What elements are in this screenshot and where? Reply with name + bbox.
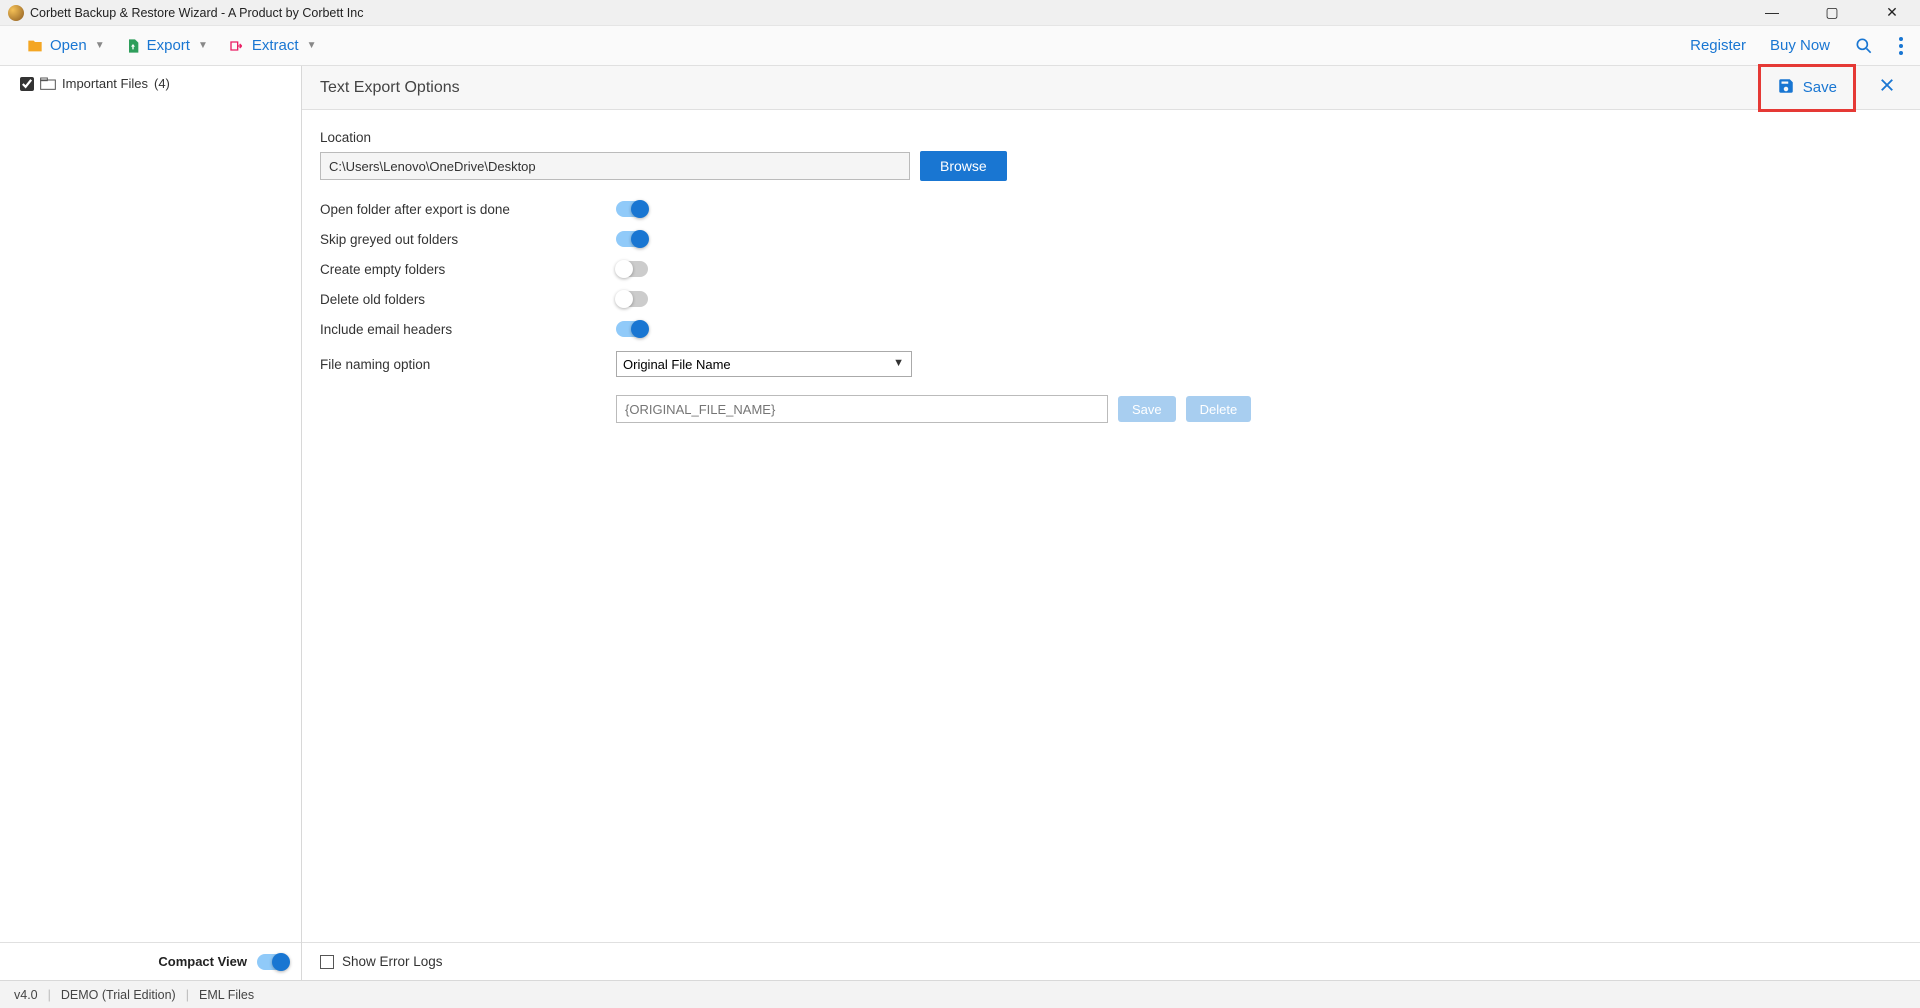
save-button-label: Save — [1803, 79, 1837, 96]
maximize-icon[interactable]: ▢ — [1812, 4, 1852, 21]
option-toggle-open-folder[interactable] — [616, 201, 648, 217]
panel-header: Text Export Options Save — [302, 66, 1920, 110]
option-toggle-delete-old[interactable] — [616, 291, 648, 307]
main: Important Files (4) Compact View Text Ex… — [0, 66, 1920, 980]
file-naming-label: File naming option — [320, 357, 616, 372]
browse-button[interactable]: Browse — [920, 151, 1007, 181]
option-label: Create empty folders — [320, 262, 616, 277]
option-label: Include email headers — [320, 322, 616, 337]
app-icon — [8, 5, 24, 21]
file-naming-select[interactable]: Original File Name — [616, 351, 912, 377]
status-separator: | — [186, 988, 189, 1002]
close-panel-icon[interactable] — [1872, 76, 1902, 100]
status-separator: | — [48, 988, 51, 1002]
file-naming-row: File naming option Original File Name ▼ — [320, 351, 1902, 377]
export-label: Export — [147, 37, 190, 54]
tree-item-important-files[interactable]: Important Files (4) — [20, 76, 281, 91]
naming-pattern-row: Save Delete — [616, 395, 1902, 423]
close-window-icon[interactable]: ✕ — [1872, 4, 1912, 21]
titlebar: Corbett Backup & Restore Wizard - A Prod… — [0, 0, 1920, 26]
panel-footer: Show Error Logs — [302, 942, 1920, 980]
option-delete-old: Delete old folders — [320, 291, 1902, 307]
tree-item-checkbox[interactable] — [20, 77, 34, 91]
location-input[interactable] — [320, 152, 910, 180]
search-icon[interactable] — [1854, 36, 1874, 56]
location-label: Location — [320, 130, 1902, 145]
register-link[interactable]: Register — [1690, 37, 1746, 54]
pst-folder-icon — [40, 77, 56, 91]
open-button[interactable]: Open ▼ — [16, 31, 115, 60]
compact-view-bar: Compact View — [0, 942, 301, 980]
file-export-icon — [125, 37, 141, 55]
naming-save-button[interactable]: Save — [1118, 396, 1176, 422]
caret-down-icon: ▼ — [198, 40, 208, 51]
save-icon — [1777, 77, 1795, 99]
option-toggle-include-headers[interactable] — [616, 321, 648, 337]
minimize-icon[interactable]: — — [1752, 4, 1792, 21]
option-label: Skip greyed out folders — [320, 232, 616, 247]
window-controls: — ▢ ✕ — [1752, 4, 1912, 21]
location-group: Location Browse — [320, 130, 1902, 181]
option-skip-greyed: Skip greyed out folders — [320, 231, 1902, 247]
statusbar: v4.0 | DEMO (Trial Edition) | EML Files — [0, 980, 1920, 1008]
compact-view-toggle[interactable] — [257, 954, 289, 970]
save-button[interactable]: Save — [1763, 69, 1851, 107]
toolbar: Open ▼ Export ▼ Extract ▼ Register Buy N… — [0, 26, 1920, 66]
buy-now-link[interactable]: Buy Now — [1770, 37, 1830, 54]
show-error-logs-label: Show Error Logs — [342, 954, 443, 969]
naming-delete-button[interactable]: Delete — [1186, 396, 1252, 422]
naming-pattern-input[interactable] — [616, 395, 1108, 423]
tree-item-count: (4) — [154, 76, 170, 91]
option-open-folder: Open folder after export is done — [320, 201, 1902, 217]
extract-button[interactable]: Extract ▼ — [218, 31, 327, 60]
option-create-empty: Create empty folders — [320, 261, 1902, 277]
option-label: Open folder after export is done — [320, 202, 616, 217]
option-label: Delete old folders — [320, 292, 616, 307]
file-naming-select-wrap: Original File Name ▼ — [616, 351, 912, 377]
sidebar: Important Files (4) Compact View — [0, 66, 302, 980]
panel-actions: Save — [1758, 64, 1902, 112]
option-toggle-create-empty[interactable] — [616, 261, 648, 277]
caret-down-icon: ▼ — [95, 40, 105, 51]
caret-down-icon: ▼ — [307, 40, 317, 51]
open-label: Open — [50, 37, 87, 54]
extract-icon — [228, 38, 246, 54]
more-menu-icon[interactable] — [1898, 36, 1904, 56]
compact-view-label: Compact View — [158, 954, 247, 969]
option-include-headers: Include email headers — [320, 321, 1902, 337]
toolbar-right: Register Buy Now — [1690, 36, 1904, 56]
panel-title: Text Export Options — [320, 79, 460, 97]
status-version: v4.0 — [14, 988, 38, 1002]
option-toggle-skip-greyed[interactable] — [616, 231, 648, 247]
save-highlight: Save — [1758, 64, 1856, 112]
show-error-logs-checkbox[interactable] — [320, 955, 334, 969]
tree-item-label: Important Files — [62, 76, 148, 91]
folder-tree: Important Files (4) — [0, 66, 301, 942]
panel-body: Location Browse Open folder after export… — [302, 110, 1920, 942]
content: Text Export Options Save Lo — [302, 66, 1920, 980]
status-file-type: EML Files — [199, 988, 254, 1002]
extract-label: Extract — [252, 37, 299, 54]
export-button[interactable]: Export ▼ — [115, 31, 218, 61]
folder-open-icon — [26, 38, 44, 54]
app-title: Corbett Backup & Restore Wizard - A Prod… — [30, 6, 363, 20]
status-edition: DEMO (Trial Edition) — [61, 988, 176, 1002]
